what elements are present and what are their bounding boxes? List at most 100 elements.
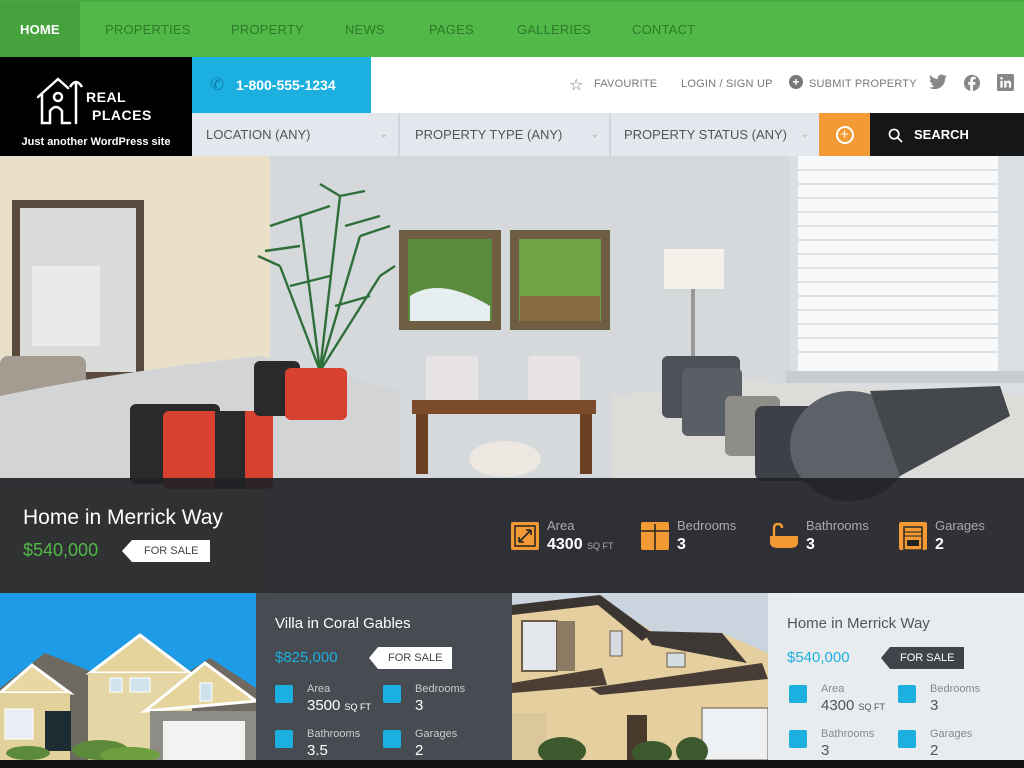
- phone-icon: ✆: [210, 75, 225, 94]
- hero-property-info: Home in Merrick Way $540,000 FOR SALE Ar…: [0, 478, 1024, 593]
- card-2-bathrooms-value: 3: [821, 742, 830, 759]
- location-select[interactable]: LOCATION (ANY) ⌄: [192, 113, 400, 156]
- property-status-value: PROPERTY STATUS (ANY): [624, 127, 788, 142]
- property-search-bar: LOCATION (ANY) ⌄ PROPERTY TYPE (ANY) ⌄ P…: [192, 113, 1024, 156]
- area-icon: [511, 522, 539, 550]
- nav-contact[interactable]: CONTACT: [632, 2, 695, 57]
- property-card-2-image[interactable]: [512, 593, 768, 760]
- card-2-garages-label: Garages: [930, 728, 973, 740]
- area-number: 4300: [547, 536, 583, 553]
- bedroom-icon: [898, 685, 916, 703]
- card-1-garages-label: Garages: [415, 728, 458, 740]
- chevron-down-icon: ⌄: [590, 129, 599, 140]
- area-value: 4300 SQ FT: [547, 536, 614, 554]
- property-card-1-image[interactable]: [0, 593, 256, 760]
- login-signup-link[interactable]: LOGIN / SIGN UP: [681, 78, 773, 90]
- bedrooms-label: Bedrooms: [677, 518, 737, 533]
- bathtub-icon: [770, 522, 798, 550]
- card-1-bedrooms-value: 3: [415, 697, 424, 714]
- card-1-bedrooms-label: Bedrooms: [415, 683, 466, 695]
- card-2-title[interactable]: Home in Merrick Way: [787, 615, 930, 632]
- property-card-2: Home in Merrick Way $540,000 FOR SALE Ar…: [768, 593, 1024, 760]
- card-2-status-badge: FOR SALE: [880, 647, 965, 669]
- area-label: Area: [547, 518, 575, 533]
- brand-name-line1: REAL: [86, 89, 127, 105]
- card-2-area-value: 4300 SQ FT: [821, 697, 885, 714]
- property-card-1: Villa in Coral Gables $825,000 FOR SALE …: [256, 593, 512, 760]
- submit-property-link[interactable]: SUBMIT PROPERTY: [809, 78, 917, 90]
- bathrooms-label: Bathrooms: [806, 518, 869, 533]
- area-icon: [789, 685, 807, 703]
- facebook-icon[interactable]: [963, 74, 981, 92]
- phone-text: 1-800-555-1234: [236, 77, 336, 93]
- card-1-price: $825,000: [275, 649, 338, 666]
- hero-slider[interactable]: Home in Merrick Way $540,000 FOR SALE Ar…: [0, 156, 1024, 593]
- search-icon: [888, 113, 903, 156]
- card-2-area-number: 4300: [821, 697, 855, 714]
- utility-bar: ☆ FAVOURITE LOGIN / SIGN UP + SUBMIT PRO…: [371, 57, 1024, 113]
- house-photo-2: [512, 593, 768, 760]
- card-2-area-unit: SQ FT: [858, 702, 886, 712]
- main-nav: HOME PROPERTIES PROPERTY NEWS PAGES GALL…: [0, 0, 1024, 57]
- bedroom-icon: [383, 685, 401, 703]
- location-select-value: LOCATION (ANY): [206, 127, 311, 142]
- nav-properties[interactable]: PROPERTIES: [105, 2, 191, 57]
- bedroom-icon: [641, 522, 669, 550]
- card-1-status-badge: FOR SALE: [368, 647, 453, 669]
- bathtub-icon: [789, 730, 807, 748]
- property-type-select[interactable]: PROPERTY TYPE (ANY) ⌄: [401, 113, 611, 156]
- property-status-select[interactable]: PROPERTY STATUS (ANY) ⌄: [610, 113, 819, 156]
- garage-icon: [383, 730, 401, 748]
- chevron-down-icon: ⌄: [800, 129, 809, 140]
- card-2-garages-value: 2: [930, 742, 939, 759]
- nav-pages[interactable]: PAGES: [429, 2, 474, 57]
- card-2-price: $540,000: [787, 649, 850, 666]
- card-1-area-value: 3500 SQ FT: [307, 697, 371, 714]
- card-1-bathrooms-value: 3.5: [307, 742, 328, 759]
- plus-circle-icon: +: [835, 126, 854, 145]
- card-2-bedrooms-label: Bedrooms: [930, 683, 981, 695]
- card-1-area-label: Area: [307, 683, 331, 695]
- search-button-label: SEARCH: [914, 127, 969, 142]
- advanced-search-button[interactable]: +: [819, 113, 870, 156]
- house-photo-1: [0, 593, 256, 760]
- card-1-garages-value: 2: [415, 742, 424, 759]
- bathtub-icon: [275, 730, 293, 748]
- phone-number[interactable]: ✆ 1-800-555-1234: [192, 57, 371, 113]
- search-button[interactable]: SEARCH: [870, 113, 1024, 156]
- garage-icon: [899, 522, 927, 551]
- area-unit: SQ FT: [587, 541, 614, 551]
- brand-tagline: Just another WordPress site: [21, 136, 171, 148]
- site-logo[interactable]: REAL PLACES Just another WordPress site: [0, 57, 192, 156]
- house-logo-icon: [36, 77, 84, 125]
- nav-news[interactable]: NEWS: [345, 2, 385, 57]
- chevron-down-icon: ⌄: [379, 129, 388, 140]
- bedrooms-value: 3: [677, 536, 686, 553]
- nav-galleries[interactable]: GALLERIES: [517, 2, 591, 57]
- garages-value: 2: [935, 536, 944, 553]
- page-bottom-strip: [0, 760, 1024, 768]
- hero-property-title[interactable]: Home in Merrick Way: [23, 506, 223, 530]
- brand-name-line2: PLACES: [92, 107, 152, 123]
- favourite-link[interactable]: FAVOURITE: [594, 78, 657, 90]
- garage-icon: [898, 730, 916, 748]
- hero-status-badge: FOR SALE: [121, 540, 211, 562]
- nav-property[interactable]: PROPERTY: [231, 2, 304, 57]
- card-1-area-unit: SQ FT: [344, 702, 372, 712]
- garages-label: Garages: [935, 518, 985, 533]
- card-1-area-number: 3500: [307, 697, 341, 714]
- card-1-bathrooms-label: Bathrooms: [307, 728, 361, 740]
- card-2-bathrooms-label: Bathrooms: [821, 728, 875, 740]
- card-2-area-label: Area: [821, 683, 845, 695]
- property-type-value: PROPERTY TYPE (ANY): [415, 127, 563, 142]
- bathrooms-value: 3: [806, 536, 815, 553]
- card-1-status-text: FOR SALE: [388, 652, 443, 664]
- card-2-bedrooms-value: 3: [930, 697, 939, 714]
- hero-property-price: $540,000: [23, 540, 99, 560]
- area-icon: [275, 685, 293, 703]
- twitter-icon[interactable]: [929, 74, 947, 92]
- card-1-title[interactable]: Villa in Coral Gables: [275, 615, 411, 632]
- linkedin-icon[interactable]: [996, 74, 1014, 92]
- nav-home[interactable]: HOME: [0, 2, 80, 57]
- star-icon: ☆: [569, 77, 584, 94]
